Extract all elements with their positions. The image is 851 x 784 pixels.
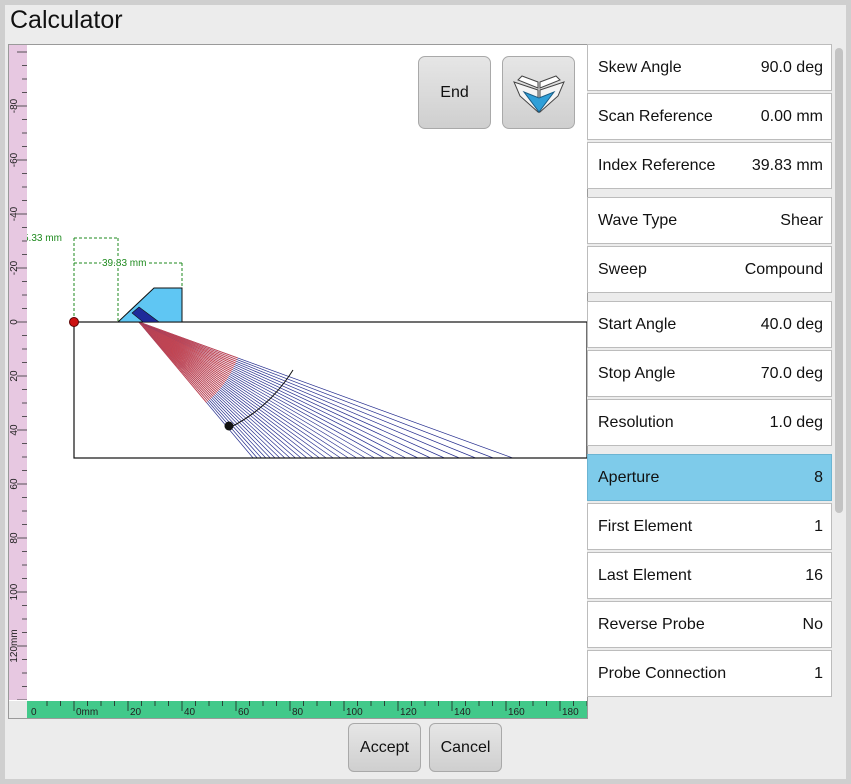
vertical-ruler-label: -80 [9, 98, 20, 113]
horizontal-ruler-label: 80 [292, 707, 304, 718]
parameter-row-last-element[interactable]: Last Element 16 [587, 552, 832, 599]
focal-point-marker [224, 421, 234, 431]
parameter-label: First Element [598, 517, 693, 535]
horizontal-ruler-label: 20 [130, 707, 142, 718]
vertical-ruler-label: -60 [9, 152, 20, 167]
horizontal-ruler-label: 60 [238, 707, 250, 718]
vertical-ruler-label: 20 [9, 370, 20, 382]
parameter-label: Scan Reference [598, 107, 713, 125]
parameter-value: 8 [814, 468, 823, 486]
index-offset-label: 39.83 mm [102, 258, 146, 269]
parameter-label: Wave Type [598, 211, 678, 229]
vertical-ruler-label: 40 [9, 424, 20, 436]
parameter-value: Shear [780, 211, 823, 229]
end-button-label: End [440, 83, 469, 101]
parameter-value: 70.0 deg [760, 364, 823, 382]
parameter-value: 0.00 mm [760, 107, 823, 125]
vertical-ruler-label: 120mm [9, 629, 20, 662]
parameter-label: Index Reference [598, 156, 716, 174]
vertical-ruler-label: 100 [9, 583, 20, 600]
parameter-panel: Skew Angle 90.0 deg Scan Reference 0.00 mm I… [587, 44, 832, 718]
parameter-row-scan-reference[interactable]: Scan Reference 0.00 mm [587, 93, 832, 140]
wedge-view-icon [512, 74, 565, 113]
parameter-row-start-angle[interactable]: Start Angle 40.0 deg [587, 301, 832, 348]
panel-scrollbar-thumb[interactable] [835, 48, 843, 513]
parameter-value: 90.0 deg [760, 58, 823, 76]
parameter-row-first-element[interactable]: First Element 1 [587, 503, 832, 550]
vertical-ruler-label: -40 [9, 206, 20, 221]
parameter-row-stop-angle[interactable]: Stop Angle 70.0 deg [587, 350, 832, 397]
parameter-row-resolution[interactable]: Resolution 1.0 deg [587, 399, 832, 446]
parameter-row-probe-connection[interactable]: Probe Connection 1 [587, 650, 832, 697]
horizontal-ruler-label: 180 [562, 707, 579, 718]
scan-offset-label: 5.33 mm [27, 233, 62, 244]
horizontal-ruler-label: 40 [184, 707, 196, 718]
parameter-row-sweep[interactable]: Sweep Compound [587, 246, 832, 293]
parameter-row-index-reference[interactable]: Index Reference 39.83 mm [587, 142, 832, 189]
parameter-label: Skew Angle [598, 58, 682, 76]
horizontal-ruler-label: 120 [400, 707, 417, 718]
vertical-ruler-label: -20 [9, 260, 20, 275]
wedge-view-button[interactable] [502, 56, 575, 129]
parameter-row-aperture[interactable]: Aperture 8 [587, 454, 832, 501]
parameter-row-wave-type[interactable]: Wave Type Shear [587, 197, 832, 244]
horizontal-ruler-label: 100 [346, 707, 363, 718]
horizontal-ruler-label: 0 [31, 707, 37, 718]
parameter-label: Resolution [598, 413, 674, 431]
horizontal-ruler-label: 0mm [76, 707, 98, 718]
parameter-value: 1.0 deg [769, 413, 823, 431]
end-button[interactable]: End [418, 56, 491, 129]
beam-plot: 5.33 mm 39.83 mm [27, 233, 587, 459]
parameter-group: Wave Type Shear Sweep Compound [587, 197, 832, 293]
parameter-value: Compound [744, 260, 823, 278]
parameter-label: Reverse Probe [598, 615, 705, 633]
vertical-ruler-label: 80 [9, 532, 20, 544]
ruler-corner [9, 701, 27, 718]
parameter-value: 16 [805, 566, 823, 584]
horizontal-ruler-ticks: 0 0mm 20 40 60 80 100 120 140 160 180 [31, 701, 587, 718]
parameter-label: Sweep [598, 260, 647, 278]
parameter-value: 40.0 deg [760, 315, 823, 333]
horizontal-ruler-label: 140 [454, 707, 471, 718]
test-piece [73, 321, 587, 459]
cancel-button[interactable]: Cancel [429, 723, 502, 772]
parameter-row-skew-angle[interactable]: Skew Angle 90.0 deg [587, 44, 832, 91]
parameter-group: Start Angle 40.0 deg Stop Angle 70.0 deg Res… [587, 301, 832, 446]
parameter-group: Skew Angle 90.0 deg Scan Reference 0.00 mm I… [587, 44, 832, 189]
cancel-button-label: Cancel [440, 738, 491, 756]
parameter-label: Stop Angle [598, 364, 676, 382]
parameter-row-reverse-probe[interactable]: Reverse Probe No [587, 601, 832, 648]
vertical-ruler-ticks: -80 -60 -40 -20 0 20 40 60 80 100 120mm [9, 51, 27, 700]
parameter-label: Last Element [598, 566, 692, 584]
beam-fan [138, 321, 513, 459]
origin-marker [69, 317, 79, 327]
parameter-value: No [802, 615, 823, 633]
parameter-value: 39.83 mm [751, 156, 823, 174]
vertical-ruler-label: 60 [9, 478, 20, 490]
parameter-label: Probe Connection [598, 664, 727, 682]
vertical-ruler-label: 0 [9, 319, 20, 325]
parameter-group: Aperture 8 First Element 1 Last Element 16 Rev… [587, 454, 832, 697]
window-title: Calculator [10, 6, 123, 34]
parameter-label: Start Angle [598, 315, 677, 333]
accept-button-label: Accept [360, 738, 409, 756]
horizontal-ruler-label: 160 [508, 707, 525, 718]
parameter-value: 1 [814, 517, 823, 535]
parameter-label: Aperture [598, 468, 660, 486]
parameter-value: 1 [814, 664, 823, 682]
accept-button[interactable]: Accept [348, 723, 421, 772]
